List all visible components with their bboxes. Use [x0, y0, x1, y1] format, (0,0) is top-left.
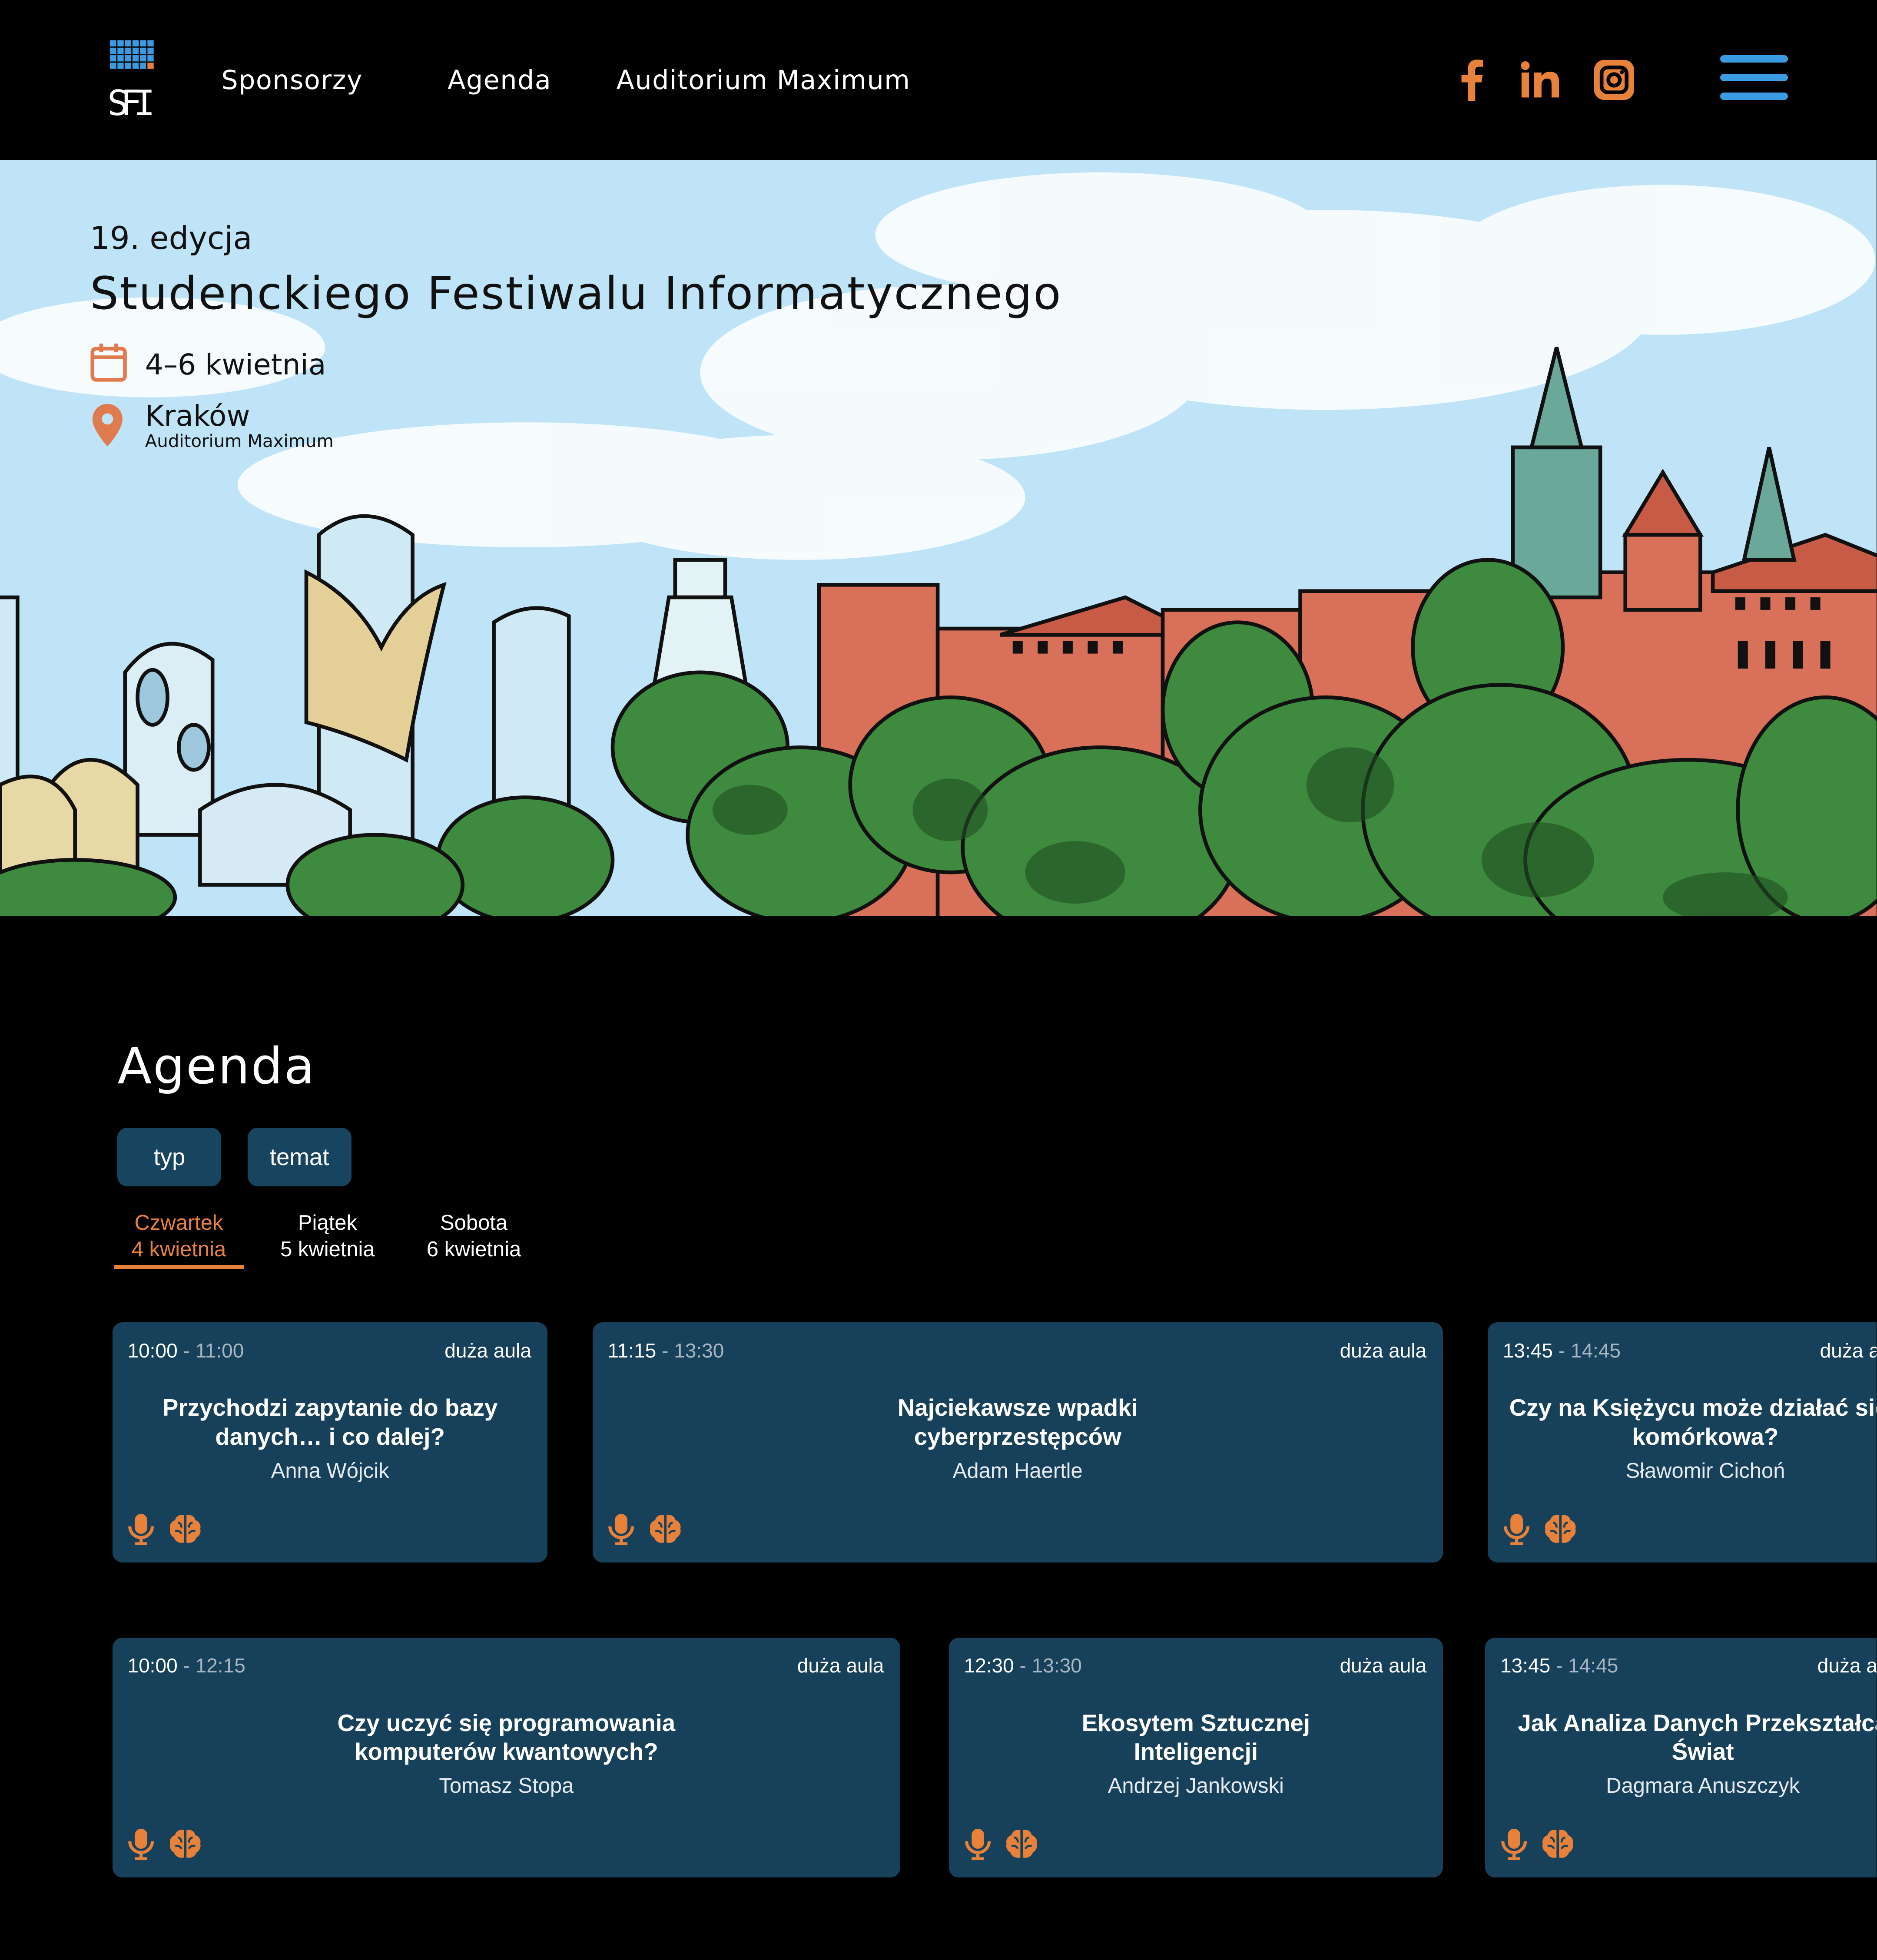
- session-room: duża aula: [1820, 1339, 1877, 1362]
- instagram-icon[interactable]: [1589, 53, 1639, 108]
- tab-piatek[interactable]: Piątek 5 kwietnia: [265, 1210, 390, 1262]
- session-title: Ekosytem Sztucznej Inteligencji: [1081, 1709, 1310, 1765]
- microphone-icon: [607, 1513, 635, 1550]
- tab-date-label: 6 kwietnia: [426, 1237, 521, 1261]
- tab-date-label: 4 kwietnia: [131, 1237, 226, 1261]
- tab-day-label: Sobota: [440, 1211, 508, 1235]
- session-speaker: Tomasz Stopa: [439, 1774, 574, 1798]
- session-room: duża aula: [1817, 1654, 1877, 1677]
- brain-icon: [168, 1513, 203, 1550]
- session-speaker: Anna Wójcik: [271, 1459, 389, 1483]
- session-room: duża aula: [444, 1339, 531, 1362]
- date-text: 4–6 kwietnia: [145, 348, 326, 382]
- agenda-heading: Agenda: [117, 1037, 316, 1096]
- filter-temat-button[interactable]: temat: [247, 1127, 352, 1186]
- agenda-card[interactable]: 13:45 - 14:45 duża aula Jak Analiza Dany…: [1485, 1637, 1877, 1877]
- agenda-card[interactable]: 10:00 - 11:00 duża aula Przychodzi zapyt…: [112, 1322, 548, 1563]
- city-name: Kraków: [145, 399, 250, 433]
- microphone-icon: [964, 1828, 992, 1865]
- calendar-icon: [90, 342, 127, 387]
- svg-text:SFI: SFI: [107, 83, 155, 123]
- brain-icon: [1004, 1828, 1039, 1865]
- brain-icon: [648, 1513, 683, 1550]
- nav-sponsorzy[interactable]: Sponsorzy: [221, 65, 363, 96]
- session-time: 13:45 - 14:45: [1502, 1339, 1621, 1362]
- brain-icon: [1540, 1828, 1575, 1865]
- session-title: Czy uczyć się programowania komputerów k…: [337, 1709, 676, 1765]
- location-pin-icon: [90, 403, 125, 453]
- session-title: Jak Analiza Danych Przekształca Świat: [1518, 1709, 1877, 1765]
- agenda-card[interactable]: 13:45 - 14:45 duża aula Czy na Księżycu …: [1488, 1322, 1877, 1563]
- filter-typ-button[interactable]: typ: [117, 1127, 222, 1186]
- sfi-logo[interactable]: SFI: [100, 35, 165, 125]
- tab-date-label: 5 kwietnia: [280, 1237, 375, 1261]
- agenda-card[interactable]: 10:00 - 12:15 duża aula Czy uczyć się pr…: [112, 1637, 900, 1877]
- event-dates: 4–6 kwietnia: [90, 342, 326, 387]
- session-speaker: Andrzej Jankowski: [1108, 1774, 1284, 1798]
- microphone-icon: [1503, 1513, 1530, 1550]
- hero-banner: 19. edycja Studenckiego Festiwalu Inform…: [0, 160, 1877, 917]
- facebook-icon[interactable]: [1446, 53, 1496, 108]
- agenda-card[interactable]: 11:15 - 13:30 duża aula Najciekawsze wpa…: [592, 1322, 1443, 1563]
- session-speaker: Dagmara Anuszczyk: [1606, 1774, 1800, 1798]
- session-speaker: Adam Haertle: [952, 1459, 1083, 1483]
- tab-day-label: Czwartek: [134, 1211, 223, 1235]
- top-nav: SFI Sponsorzy Agenda Auditorium Maximum: [0, 0, 1877, 160]
- agenda-card[interactable]: 12:30 - 13:30 duża aula Ekosytem Sztuczn…: [949, 1637, 1443, 1877]
- session-time: 11:15 - 13:30: [607, 1339, 724, 1362]
- brain-icon: [168, 1828, 203, 1865]
- session-room: duża aula: [1340, 1654, 1427, 1677]
- session-title: Czy na Księżycu może działać sieć komórk…: [1509, 1394, 1877, 1450]
- tab-day-label: Piątek: [298, 1211, 357, 1235]
- microphone-icon: [127, 1513, 155, 1550]
- brain-icon: [1543, 1513, 1578, 1550]
- session-time: 12:30 - 13:30: [964, 1654, 1082, 1677]
- microphone-icon: [127, 1828, 155, 1865]
- session-time: 13:45 - 14:45: [1500, 1654, 1618, 1677]
- nav-auditorium-maximum[interactable]: Auditorium Maximum: [617, 65, 911, 96]
- linkedin-icon[interactable]: [1516, 53, 1566, 108]
- session-title: Najciekawsze wpadki cyberprzestępców: [897, 1394, 1138, 1450]
- tab-czwartek[interactable]: Czwartek 4 kwietnia: [114, 1210, 244, 1262]
- session-time: 10:00 - 12:15: [127, 1654, 245, 1677]
- session-time: 10:00 - 11:00: [127, 1339, 244, 1362]
- nav-agenda[interactable]: Agenda: [448, 65, 551, 96]
- hamburger-menu-button[interactable]: [1720, 55, 1788, 105]
- event-location: Kraków Auditorium Maximum: [90, 400, 334, 452]
- tab-sobota[interactable]: Sobota 6 kwietnia: [413, 1210, 535, 1262]
- session-speaker: Sławomir Cichoń: [1625, 1459, 1785, 1483]
- active-tab-indicator: [113, 1265, 244, 1269]
- session-title: Przychodzi zapytanie do bazy danych… i c…: [162, 1394, 498, 1450]
- edition-label: 19. edycja: [90, 220, 252, 257]
- microphone-icon: [1500, 1828, 1528, 1865]
- session-room: duża aula: [1340, 1339, 1427, 1362]
- venue-name: Auditorium Maximum: [145, 431, 334, 451]
- festival-title: Studenckiego Festiwalu Informatycznego: [90, 267, 1062, 320]
- session-room: duża aula: [797, 1654, 884, 1677]
